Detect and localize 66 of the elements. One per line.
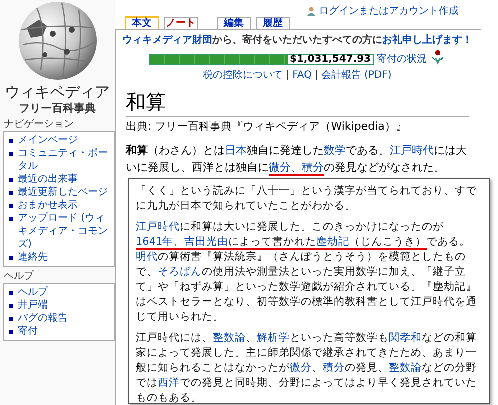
bullet-icon xyxy=(9,139,13,143)
sidebar-link[interactable]: バグの報告 xyxy=(18,312,68,325)
donation-status-link[interactable]: 寄付の状況 xyxy=(377,52,427,66)
banner-link[interactable]: 会計報告 (PDF) xyxy=(321,69,392,82)
site-title: ウィキペディア xyxy=(4,82,111,102)
bullet-icon xyxy=(9,178,13,182)
link[interactable]: お礼申し上げます！ xyxy=(382,35,472,48)
bullet-icon xyxy=(9,152,13,156)
sidebar-link[interactable]: ヘルプ xyxy=(18,286,48,299)
sidebar-heading: ナビゲーション xyxy=(3,118,75,131)
sidebar-link[interactable]: コミュニティ・ポータル xyxy=(18,147,112,173)
link[interactable]: 微分 xyxy=(290,362,312,376)
source-line: 出典: フリー百科事典『ウィキペディア（Wikipedia）』 xyxy=(126,120,408,134)
link[interactable]: 西洋 xyxy=(158,377,180,391)
bullet-icon xyxy=(9,191,13,195)
banner-link[interactable]: FAQ xyxy=(292,69,312,82)
banner-link[interactable]: 税の控除について xyxy=(203,69,284,82)
bullet-icon xyxy=(9,217,13,221)
sidebar-link[interactable]: 最近の出来事 xyxy=(18,173,78,186)
link[interactable]: ウィキメディア財団 xyxy=(122,35,212,48)
link[interactable]: 関孝和 xyxy=(389,332,422,346)
tab[interactable]: 本文 xyxy=(125,16,159,29)
globe-logo-icon[interactable] xyxy=(16,0,98,82)
link[interactable]: 江戸時代 xyxy=(136,221,180,235)
link[interactable]: 江戸時代 xyxy=(390,144,434,159)
link[interactable]: 解析学 xyxy=(257,332,290,346)
donation-amount: $1,031,547.93 xyxy=(289,54,372,64)
link[interactable]: 吉田光由 xyxy=(184,236,229,250)
user-icon xyxy=(307,6,316,16)
link[interactable]: 塵劫記 xyxy=(316,236,350,250)
site-tagline: フリー百科事典 xyxy=(18,102,97,115)
separator: | xyxy=(314,69,318,82)
login-link[interactable]: ログインまたはアカウント作成 xyxy=(319,4,459,18)
link[interactable]: 明代 xyxy=(136,251,158,265)
sidebar-link[interactable]: 寄付 xyxy=(18,325,38,338)
sidebar-link[interactable]: 井戸端 xyxy=(18,299,48,312)
bullet-icon xyxy=(9,304,13,308)
donation-message: ウィキメディア財団から、寄付をいただいたすべての方にお礼申し上げます！ xyxy=(122,34,472,48)
excerpt-paragraph: 江戸時代には、整数論、解析学 といった高等数学も 関孝和などの和算家によって発展した。主に師弟関係で継承されてきたため、あまり一般に知られることはなかったが微分、積分の発見、整数論などの分野では西洋での発見と同時期、分野によってはより早く発見されていたものもある。 xyxy=(136,331,478,405)
bullet-icon xyxy=(9,291,13,295)
intro-paragraph: 和算（わさん）とは 日本独自に発達した数学である。江戸時代には大いに発展し、西洋とは独自に微分、積分の発見などがなされた。 xyxy=(126,143,468,176)
sidebar-link[interactable]: 最近更新したページ xyxy=(18,186,108,199)
bullet-icon xyxy=(9,256,13,260)
excerpt-paragraph: 「くく」という読みに「八十一」という漢字が当てられており、すでに九九が日本で知られていたことがわかる。 xyxy=(136,184,478,214)
link[interactable]: 数学 xyxy=(324,144,346,159)
sidebar-link[interactable]: 連絡先 xyxy=(18,251,48,264)
page-title: 和算 xyxy=(126,90,469,117)
excerpt-paragraph: 江戸時代に和算は大いに発展した。このきっかけになったのが 1641年、吉田光由 によって書かれた塵劫記（じんこうき）である。 明代の算術書『算法統宗』（さんぽうとうそう）を模範としたもので、そろばんの使用法や測量法といった実用数学に加え、「継子立て」や「ねずみ算」といった数学遊戯が紹介されている。『塵劫記』はベストセラーとなり、初等数学の標準的教科書として江戸時代を通じて用いられた。 xyxy=(136,220,478,325)
sidebar-link[interactable]: おまかせ表示 xyxy=(18,199,78,212)
link[interactable]: 積分 xyxy=(323,362,345,376)
tab[interactable]: ノート xyxy=(164,17,198,29)
sidebar-link[interactable]: メインページ xyxy=(18,134,78,147)
separator: | xyxy=(286,69,290,82)
tab[interactable]: 履歴 xyxy=(256,17,290,29)
tab[interactable]: 編集 xyxy=(217,17,251,29)
link[interactable]: 微分、積分 xyxy=(269,161,324,176)
link[interactable]: 整数論 xyxy=(213,332,246,346)
bullet-icon xyxy=(9,204,13,208)
link[interactable]: 1641年 xyxy=(136,236,174,250)
bullet-icon xyxy=(9,317,13,321)
link[interactable]: 整数論 xyxy=(389,362,422,376)
sidebar-link[interactable]: アップロード (ウィキメディア・コモンズ) xyxy=(18,212,112,251)
link[interactable]: そろばん xyxy=(158,266,202,280)
bullet-icon xyxy=(9,330,13,334)
sidebar-heading: ヘルプ xyxy=(3,270,36,283)
link[interactable]: 日本 xyxy=(225,144,247,159)
